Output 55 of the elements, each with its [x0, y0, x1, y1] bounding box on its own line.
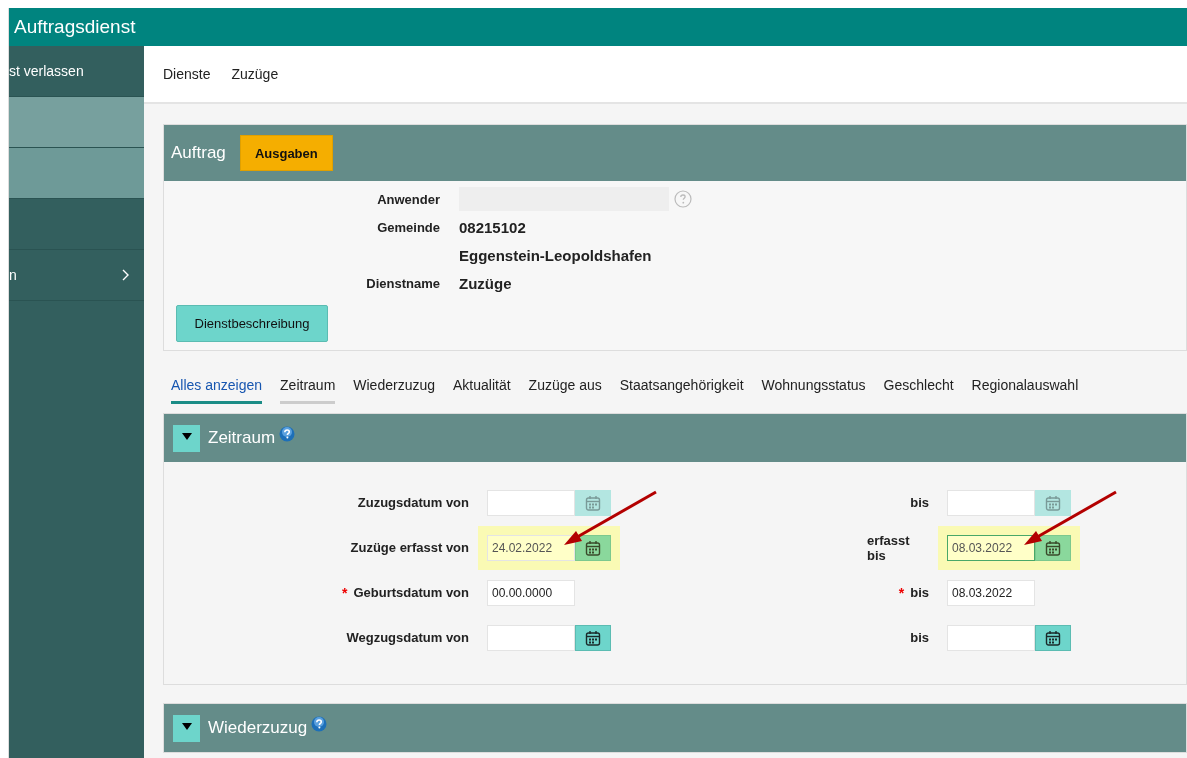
field-label: Geburtsdatum von — [353, 585, 469, 600]
calendar-button[interactable] — [1035, 534, 1071, 561]
field-label: Gemeinde — [376, 219, 441, 235]
field-value: Zuzüge — [459, 274, 512, 292]
description-button[interactable]: Dienstbeschreibung — [176, 305, 328, 342]
calendar-icon — [585, 629, 601, 646]
field-label: bis — [910, 630, 929, 645]
app-title: Auftragsdienst — [14, 16, 136, 38]
calendar-icon — [1045, 539, 1061, 556]
breadcrumb-link[interactable]: Zuzüge — [231, 66, 279, 82]
tab[interactable]: Zeitraum — [280, 377, 336, 404]
date-field[interactable] — [487, 624, 575, 651]
field-label: Zuzüge erfasst von — [350, 540, 469, 555]
field-label: Zuzugsdatum von — [357, 495, 469, 510]
output-button[interactable]: Ausgaben — [239, 135, 333, 171]
tab[interactable]: Alles anzeigen — [171, 377, 263, 404]
section-title: Wiederzuzug — [208, 718, 308, 738]
field-label: Wegzugsdatum von — [346, 630, 469, 645]
calendar-icon — [585, 539, 601, 556]
help-icon — [674, 190, 692, 208]
tab[interactable]: Staatsangehörigkeit — [619, 377, 744, 404]
collapse-toggle[interactable] — [173, 424, 200, 452]
section-title: Zeitraum — [208, 428, 276, 448]
tab[interactable]: Zuzüge aus — [528, 377, 602, 404]
field-label: bis — [910, 585, 929, 600]
date-field[interactable]: 08.03.2022 — [947, 579, 1035, 606]
breadcrumb-link[interactable]: Dienste — [163, 66, 211, 82]
field-value: 08215102 — [459, 218, 526, 236]
date-field[interactable]: 00.00.0000 — [487, 579, 575, 606]
collapse-toggle[interactable] — [173, 714, 200, 742]
field-label: bis — [910, 495, 929, 510]
field-label: Dienstname — [365, 275, 441, 291]
help-icon — [311, 716, 328, 732]
chevron-icon — [121, 269, 130, 281]
tab[interactable]: Regionalauswahl — [971, 377, 1079, 404]
calendar-icon — [1045, 494, 1061, 511]
date-field[interactable]: 24.02.2022 — [487, 534, 575, 561]
tab[interactable]: Geschlecht — [883, 377, 954, 404]
calendar-button[interactable] — [1035, 624, 1071, 651]
tab[interactable]: Wiederzuzug — [353, 377, 435, 404]
help-icon — [279, 426, 296, 442]
date-field[interactable] — [947, 624, 1035, 651]
calendar-button[interactable] — [575, 624, 611, 651]
panel-title: Auftrag — [171, 143, 226, 163]
required-marker: * — [898, 584, 905, 601]
calendar-icon — [585, 494, 601, 511]
date-field[interactable]: 08.03.2022 — [947, 534, 1035, 561]
calendar-button[interactable] — [575, 534, 611, 561]
tab[interactable]: Aktualität — [453, 377, 511, 404]
required-marker: * — [341, 584, 348, 601]
field-value: Eggenstein-Leopoldshafen — [459, 246, 652, 264]
field-label: erfasst bis — [867, 532, 911, 563]
calendar-icon — [1045, 629, 1061, 646]
tab[interactable]: Wohnungsstatus — [761, 377, 866, 404]
field-label: Anwender — [376, 191, 441, 207]
